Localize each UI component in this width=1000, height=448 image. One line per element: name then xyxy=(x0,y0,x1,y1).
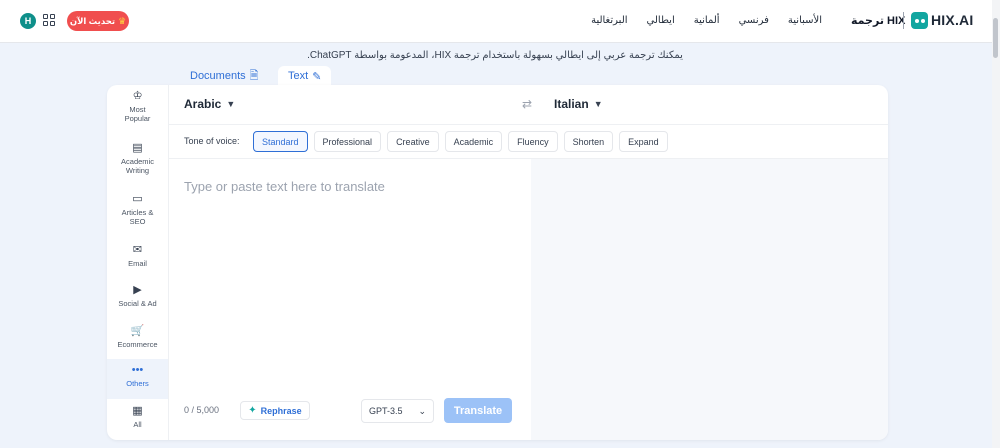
tone-academic-button[interactable]: Academic xyxy=(444,131,503,152)
scrollbar-thumb[interactable] xyxy=(993,18,998,58)
translation-output xyxy=(531,159,888,440)
swap-languages-icon[interactable]: ⇄ xyxy=(522,97,532,111)
page-subtitle: يمكنك ترجمة عربي إلى ايطالي بسهولة باستخ… xyxy=(307,50,683,61)
brand-title[interactable]: ترجمة HIX xyxy=(851,14,905,27)
crown-icon: ♔ xyxy=(132,90,143,102)
tone-options: Standard Professional Creative Academic … xyxy=(253,131,668,152)
language-nav: الأسبانية فرنسي ألمانية ايطالي البرتغالي… xyxy=(591,15,822,26)
page-scrollbar[interactable] xyxy=(992,0,1000,448)
tone-bar: Tone of voice: Standard Professional Cre… xyxy=(169,126,888,159)
translator-card: ♔ Most Popular ▤ Academic Writing ▭ Arti… xyxy=(107,85,888,440)
sidebar-item-label: Ecommerce xyxy=(117,340,158,349)
document-icon: 🗎 xyxy=(249,69,259,82)
translate-button[interactable]: Translate xyxy=(444,398,512,423)
tab-documents[interactable]: Documents 🗎 xyxy=(180,66,269,86)
sidebar-item-label: Academic xyxy=(121,157,154,166)
hix-logo-icon[interactable] xyxy=(911,12,928,29)
sidebar-item-all[interactable]: ▦ All xyxy=(107,400,168,440)
sidebar-item-label: SEO xyxy=(129,217,146,226)
sidebar-item-label: Writing xyxy=(125,166,150,175)
chevron-down-icon: ▼ xyxy=(226,99,236,109)
brand-divider xyxy=(903,12,904,29)
sidebar-item-most-popular[interactable]: ♔ Most Popular xyxy=(107,85,168,125)
top-header: H تحديث الآن ♛ الأسبانية فرنسي ألمانية ا… xyxy=(0,0,1000,43)
nav-italian[interactable]: ايطالي xyxy=(647,15,675,26)
rephrase-label: Rephrase xyxy=(260,405,302,416)
sidebar-item-label: Others xyxy=(126,379,149,388)
tone-fluency-button[interactable]: Fluency xyxy=(508,131,558,152)
sparkle-icon: ✦ xyxy=(248,405,257,416)
sidebar-item-label: Popular xyxy=(124,114,151,123)
sidebar-item-social-ad[interactable]: ▶ Social & Ad xyxy=(107,279,168,319)
chevron-down-icon: ⌄ xyxy=(418,405,426,416)
cart-icon: 🛒 xyxy=(130,325,145,337)
sidebar-item-articles-seo[interactable]: ▭ Articles & SEO xyxy=(107,188,168,228)
browser-icon: ▭ xyxy=(132,193,143,205)
sidebar-item-others[interactable]: ••• Others xyxy=(107,359,168,399)
tone-label: Tone of voice: xyxy=(184,136,240,146)
sidebar-item-ecommerce[interactable]: 🛒 Ecommerce xyxy=(107,320,168,360)
user-avatar[interactable]: H xyxy=(20,13,36,29)
sidebar-item-label: All xyxy=(133,420,142,429)
notebook-icon: ▤ xyxy=(132,142,143,154)
character-count: 0 / 5,000 xyxy=(184,405,220,415)
source-language-select[interactable]: Arabic ▼ xyxy=(184,97,235,111)
nav-spanish[interactable]: الأسبانية xyxy=(788,15,822,26)
sidebar-item-label: Email xyxy=(128,259,147,268)
tone-shorten-button[interactable]: Shorten xyxy=(563,131,614,152)
tab-documents-label: Documents xyxy=(190,70,246,82)
email-icon: ✉ xyxy=(132,244,143,256)
nav-french[interactable]: فرنسي xyxy=(739,15,769,26)
chevron-down-icon: ▼ xyxy=(593,99,603,109)
sidebar-item-email[interactable]: ✉ Email xyxy=(107,239,168,279)
target-language-select[interactable]: Italian ▼ xyxy=(554,97,603,111)
sidebar-item-label: Social & Ad xyxy=(118,299,157,308)
source-language-label: Arabic xyxy=(184,97,222,111)
tone-creative-button[interactable]: Creative xyxy=(387,131,439,152)
source-text-input[interactable]: Type or paste text here to translate 0 /… xyxy=(169,159,531,440)
logo-text[interactable]: HIX.AI xyxy=(931,12,973,28)
tone-expand-button[interactable]: Expand xyxy=(619,131,668,152)
tab-text[interactable]: Text ✎ xyxy=(278,66,332,86)
rephrase-button[interactable]: ✦ Rephrase xyxy=(240,401,310,420)
apps-grid-icon[interactable] xyxy=(43,14,56,27)
tab-text-label: Text xyxy=(288,70,309,82)
input-placeholder: Type or paste text here to translate xyxy=(184,179,385,194)
model-label: GPT-3.5 xyxy=(369,406,403,416)
model-select[interactable]: GPT-3.5 ⌄ xyxy=(361,399,434,423)
sidebar-item-label: Articles & xyxy=(121,208,154,217)
tone-standard-button[interactable]: Standard xyxy=(253,131,308,152)
nav-portuguese[interactable]: البرتغالية xyxy=(591,15,627,26)
sidebar-item-academic-writing[interactable]: ▤ Academic Writing xyxy=(107,137,168,177)
nav-german[interactable]: ألمانية xyxy=(694,15,720,26)
pencil-icon: ✎ xyxy=(312,70,322,83)
tone-professional-button[interactable]: Professional xyxy=(313,131,382,152)
upgrade-now-button[interactable]: تحديث الآن ♛ xyxy=(67,11,129,31)
grid-icon: ▦ xyxy=(132,405,143,417)
ellipsis-icon: ••• xyxy=(131,364,144,376)
crown-icon: ♛ xyxy=(118,15,127,26)
language-bar: Arabic ▼ ⇄ Italian ▼ xyxy=(169,85,888,125)
upgrade-label: تحديث الآن xyxy=(69,15,116,26)
category-sidebar: ♔ Most Popular ▤ Academic Writing ▭ Arti… xyxy=(107,85,169,440)
monitor-play-icon: ▶ xyxy=(133,284,142,296)
target-language-label: Italian xyxy=(554,97,589,111)
sidebar-item-label: Most xyxy=(129,105,146,114)
